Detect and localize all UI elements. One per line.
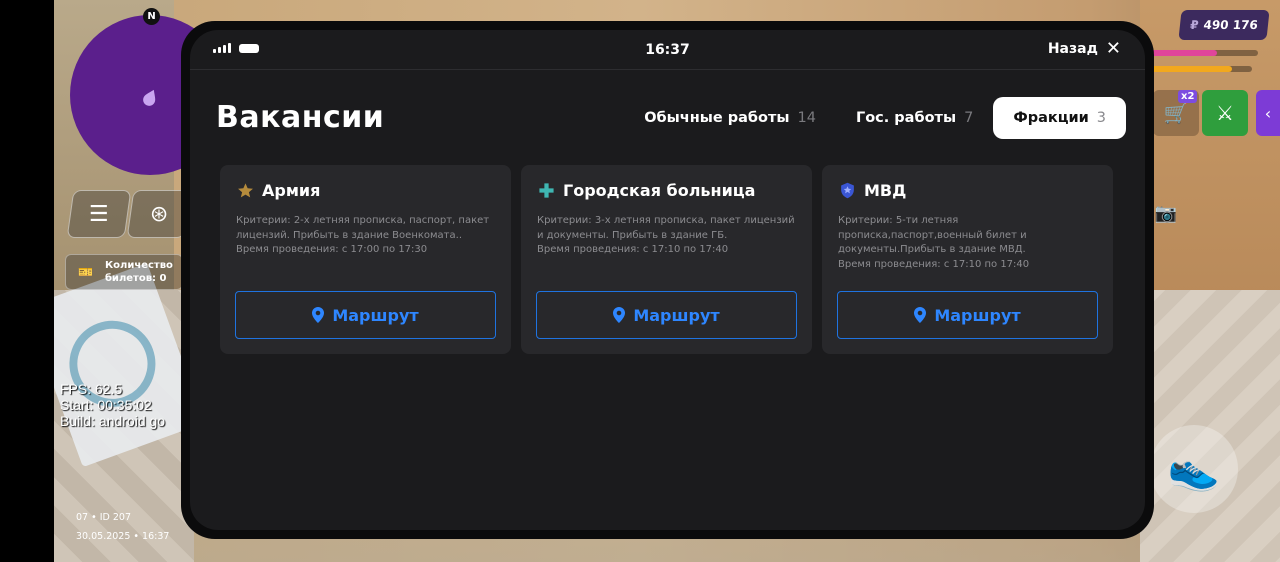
map-marker-icon [143,89,156,106]
screen-edge [0,0,54,562]
start-readout: Start: 00:35:02 [60,397,152,413]
cart-icon: 🛒 [1163,101,1189,125]
tab-count: 7 [964,110,974,126]
star-icon [236,182,254,200]
vacancy-card-hospital: Городская больница Критерии: 3-х летняя … [521,165,812,354]
background-floor-right [1140,290,1280,562]
player-id: 07 • ID 207 [76,512,132,523]
medical-cross-icon [537,182,555,200]
route-label: Маршрут [633,305,720,325]
tab-label: Обычные работы [644,110,790,126]
side-panel-toggle[interactable]: ‹ [1256,90,1280,136]
tickets-counter[interactable]: 🎫 Количество билетов: 0 [65,254,183,290]
route-button[interactable]: Маршрут [235,291,496,339]
back-label: Назад [1047,41,1098,57]
vacancy-title: Городская больница [563,181,756,200]
money-display: ₽ 490 176 [1178,10,1270,40]
tab-count: 3 [1096,110,1106,126]
shop-badge: x2 [1178,90,1198,103]
armor-bar [1140,66,1252,72]
tab-gov-jobs[interactable]: Гос. работы 7 [836,97,993,139]
tab-label: Гос. работы [855,110,957,126]
vacancy-description: Критерии: 2-х летняя прописка, паспорт, … [236,215,490,255]
date-time: 30.05.2025 • 16:37 [76,531,170,542]
tab-factions[interactable]: Фракции 3 [993,97,1126,139]
menu-lines-icon: ☰ [89,201,109,227]
tab-count: 14 [797,110,816,126]
fps-readout: FPS: 62.5 [60,381,123,397]
chevron-left-icon: ‹ [1264,103,1272,123]
money-amount: 490 176 [1202,18,1259,32]
vacancy-description: Критерии: 5-ти летняя прописка,паспорт,в… [838,215,1030,270]
location-pin-icon [312,307,325,323]
status-bars [1140,44,1260,80]
ticket-icon: 🎫 [78,265,93,279]
tab-label: Фракции [1013,110,1089,126]
police-badge-icon [838,182,856,200]
menu-button[interactable]: ☰ [66,190,132,238]
camera-rotate-icon: 📷 [1154,202,1178,224]
vacancy-card-army: Армия Критерии: 2-х летняя прописка, пас… [220,165,511,354]
rifle-icon: ⚔ [1216,101,1234,125]
weapon-button[interactable]: ⚔ [1202,90,1248,136]
tab-regular-jobs[interactable]: Обычные работы 14 [624,97,836,139]
vacancy-description: Критерии: 3-х летняя прописка, пакет лиц… [537,215,795,255]
route-button[interactable]: Маршрут [536,291,797,339]
phone-screen: 16:37 Назад ✕ Вакансии Обычные работы 14… [190,30,1145,530]
tab-bar: Обычные работы 14 Гос. работы 7 Фракции … [624,97,1126,139]
route-button[interactable]: Маршрут [837,291,1098,339]
debug-info: FPS: 62.5 Start: 00:35:02 Build: android… [60,381,165,429]
vacancy-title: МВД [864,181,907,200]
ruble-icon: ₽ [1189,18,1200,32]
status-bar: 16:37 Назад ✕ [190,30,1145,70]
minimap-north-indicator: N [143,8,160,25]
route-label: Маршрут [332,305,419,325]
health-bar [1140,50,1258,56]
sneaker-icon: 👟 [1167,444,1221,493]
location-pin-icon [914,307,927,323]
vacancy-card-police: МВД Критерии: 5-ти летняя прописка,паспо… [822,165,1113,354]
back-button[interactable]: Назад ✕ [1048,40,1121,58]
location-pin-icon [613,307,626,323]
lifebuoy-icon: ⊛ [149,201,169,227]
tickets-label: Количество билетов: 0 [104,260,173,284]
vacancy-title: Армия [262,181,321,200]
session-info: 07 • ID 207 30.05.2025 • 16:37 [76,508,169,546]
close-icon: ✕ [1105,38,1121,59]
phone-frame: 16:37 Назад ✕ Вакансии Обычные работы 14… [181,21,1154,539]
status-time: 16:37 [645,42,690,58]
vacancy-list: Армия Критерии: 2-х летняя прописка, пас… [220,165,1113,354]
sprint-button[interactable]: 👟 [1150,425,1238,513]
build-readout: Build: android go [60,413,166,429]
page-title: Вакансии [216,100,385,135]
route-label: Маршрут [934,305,1021,325]
